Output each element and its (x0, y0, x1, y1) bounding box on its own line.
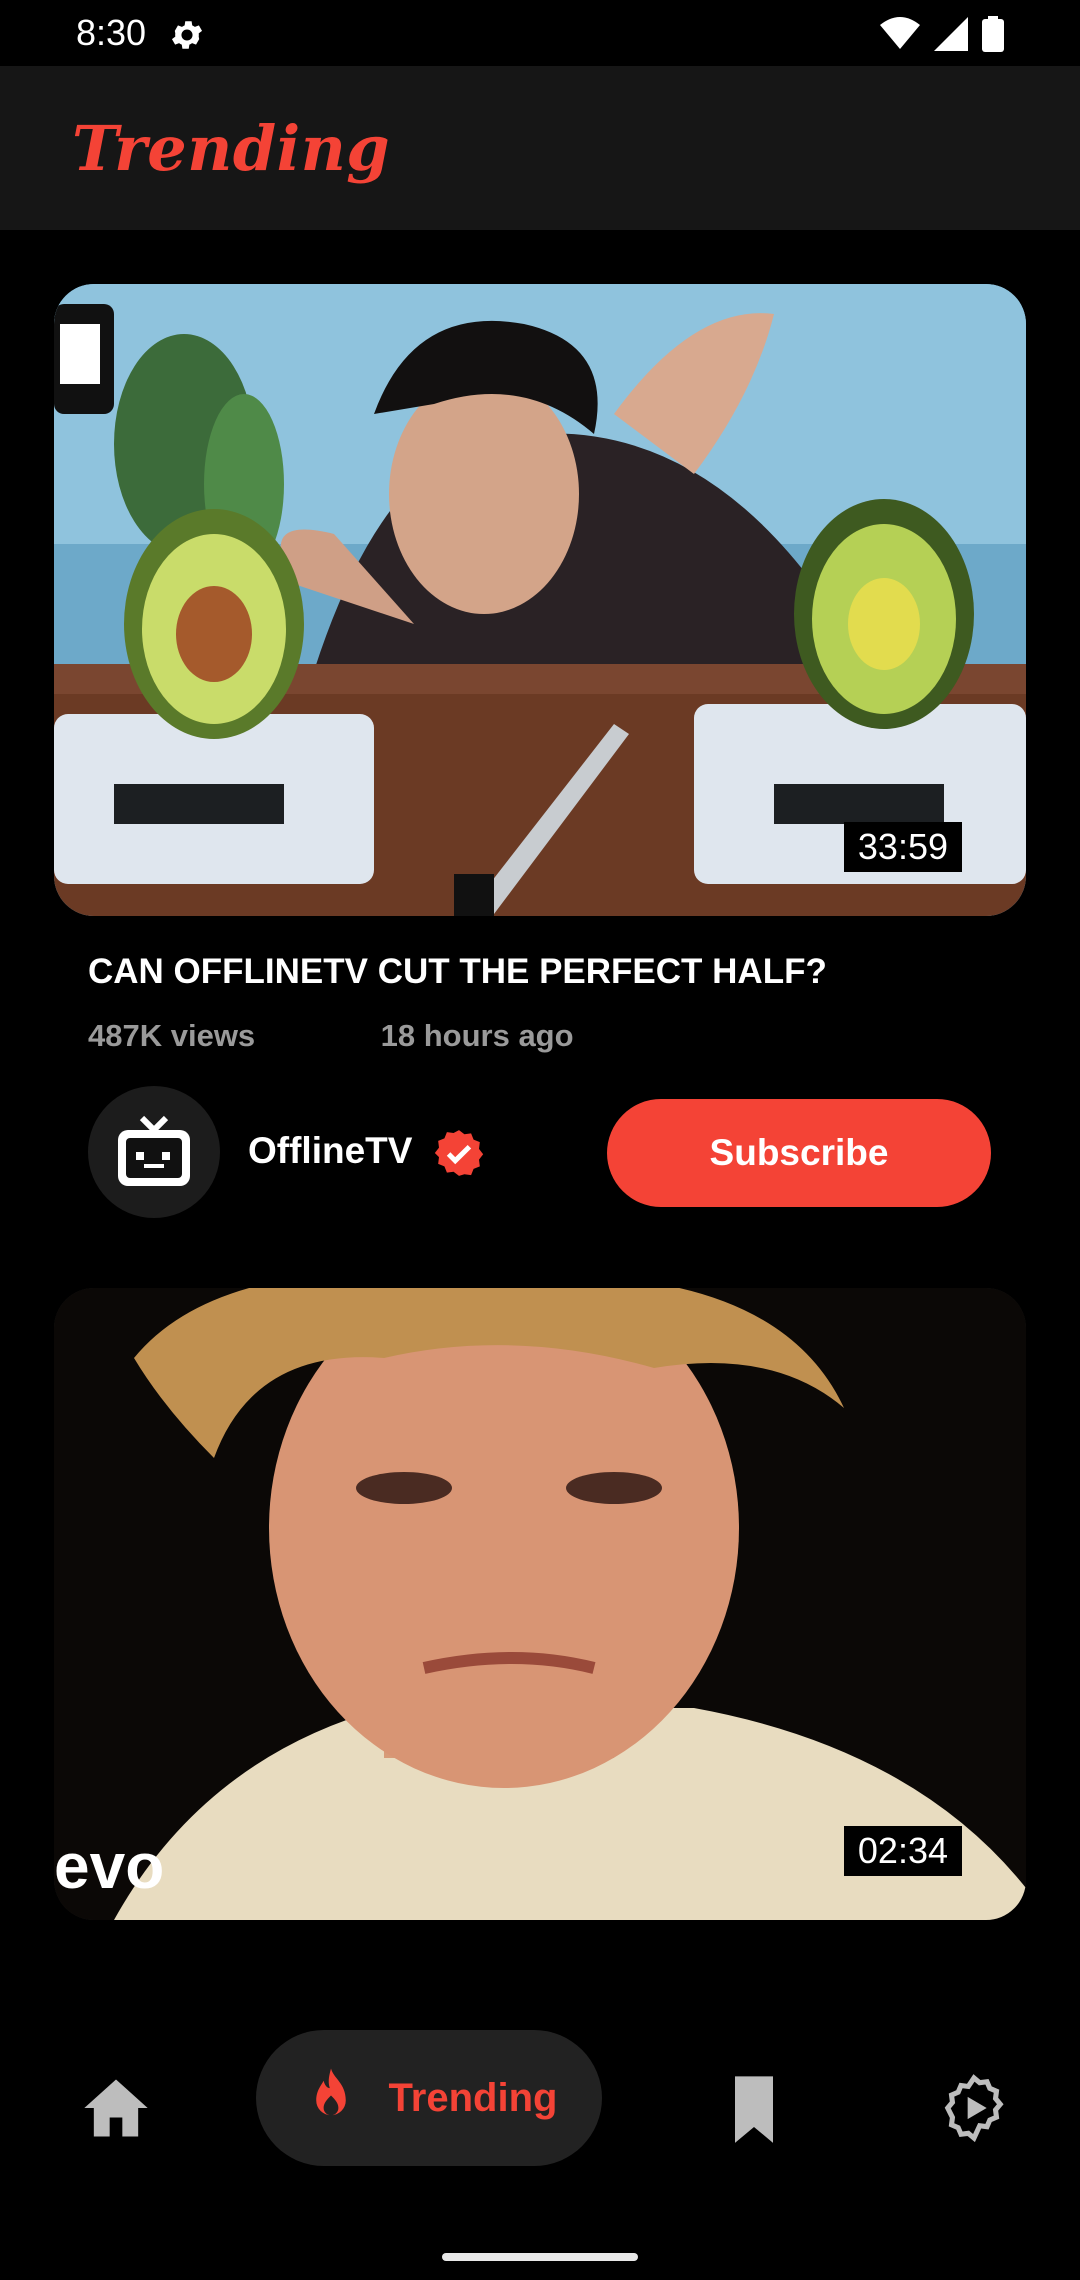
bookmark-icon[interactable] (716, 2070, 792, 2146)
video-duration: 02:34 (843, 1826, 962, 1876)
settings-icon[interactable] (936, 2070, 1012, 2146)
page-title: Trending (72, 112, 391, 185)
video-duration: 33:59 (843, 822, 962, 872)
channel-avatar[interactable] (88, 1086, 220, 1218)
video-thumbnail[interactable]: 33:59 (54, 284, 1026, 916)
channel-name[interactable]: OfflineTV (248, 1130, 412, 1172)
home-indicator[interactable] (442, 2253, 638, 2261)
battery-icon (982, 16, 1004, 52)
bottom-navigation: Trending (0, 1990, 1080, 2280)
upload-time: 18 hours ago (380, 1018, 574, 1053)
video-thumbnail[interactable]: evo 02:34 (54, 1288, 1026, 1920)
flame-icon (315, 2068, 346, 2116)
signal-icon (934, 17, 968, 51)
nav-item-trending[interactable]: Trending (256, 2030, 602, 2166)
settings-gear-icon (171, 21, 203, 49)
view-count: 487K views (88, 1018, 256, 1053)
tv-logo-icon (118, 1115, 190, 1186)
wifi-icon (880, 17, 920, 49)
nav-item-label: Trending (388, 2075, 558, 2120)
status-time: 8:30 (76, 12, 147, 53)
vevo-watermark: evo (54, 1830, 164, 1902)
video-title[interactable]: CAN OFFLINETV CUT THE PERFECT HALF? (88, 952, 827, 992)
app-bar: Trending (0, 66, 1080, 230)
video-feed[interactable]: 33:59 CAN OFFLINETV CUT THE PERFECT HALF… (0, 230, 1080, 2030)
video-meta: 487K views 18 hours ago (88, 1018, 574, 1054)
home-icon[interactable] (78, 2070, 154, 2146)
verified-badge-icon (434, 1130, 484, 1176)
status-bar: 8:30 (0, 0, 1080, 66)
subscribe-button[interactable]: Subscribe (607, 1099, 991, 1207)
status-icons (880, 16, 1004, 52)
